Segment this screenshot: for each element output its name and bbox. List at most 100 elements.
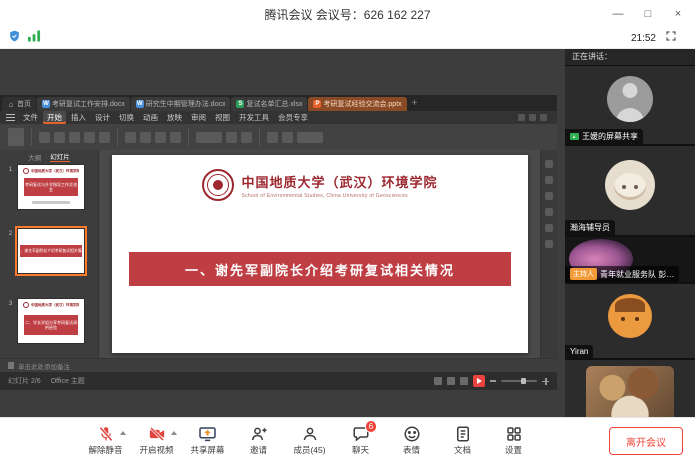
- new-tab-button[interactable]: +: [412, 98, 418, 109]
- notes-bar[interactable]: 单击此处添加备注: [0, 358, 557, 372]
- wps-tab-sheet[interactable]: S 复试名单汇总.xlsx: [231, 97, 307, 111]
- menu-animation[interactable]: 动画: [139, 111, 162, 124]
- zoom-in-icon[interactable]: [542, 378, 549, 385]
- toolbar-group: 解除静音 开启视频 共享屏幕 邀请: [80, 424, 539, 456]
- zoom-slider[interactable]: [501, 380, 537, 382]
- slideshow-play-button[interactable]: [473, 375, 485, 387]
- tab-label: 考研复试经验交流会.pptx: [323, 99, 401, 109]
- zoom-slider-knob[interactable]: [521, 378, 526, 384]
- ribbon-button[interactable]: [155, 132, 166, 143]
- ribbon-button[interactable]: [84, 132, 95, 143]
- ribbon-button[interactable]: [241, 132, 252, 143]
- camera-options-caret-icon[interactable]: [171, 431, 177, 435]
- panel-tabs: 大纲 幻灯片: [0, 150, 98, 163]
- menu-insert[interactable]: 插入: [67, 111, 90, 124]
- sidebar-tool-icon[interactable]: [545, 208, 553, 216]
- school-header: 中国地质大学（武汉）环境学院 School of Environmental S…: [112, 169, 528, 201]
- unmute-button[interactable]: 解除静音: [80, 424, 131, 456]
- search-icon[interactable]: [518, 114, 525, 121]
- menu-view[interactable]: 视图: [211, 111, 234, 124]
- minimize-button[interactable]: —: [603, 0, 633, 28]
- menu-home[interactable]: 开始: [43, 111, 66, 124]
- ribbon-button[interactable]: [39, 132, 50, 143]
- start-video-button[interactable]: 开启视频: [131, 424, 182, 456]
- share-screen-button[interactable]: 共享屏幕: [182, 424, 233, 456]
- sidebar-tool-icon[interactable]: [545, 192, 553, 200]
- menu-slideshow[interactable]: 放映: [163, 111, 186, 124]
- paste-button[interactable]: [8, 128, 24, 146]
- view-reading-icon[interactable]: [460, 377, 468, 385]
- participant-tile[interactable]: Yiran: [565, 284, 695, 360]
- menu-design[interactable]: 设计: [91, 111, 114, 124]
- ribbon-button[interactable]: [267, 132, 278, 143]
- wps-tab-doc2[interactable]: W 研究生中期管理办法.docx: [131, 97, 231, 111]
- menu-member[interactable]: 会员专享: [274, 111, 312, 124]
- menu-devtools[interactable]: 开发工具: [235, 111, 273, 124]
- home-icon: ⌂: [7, 100, 15, 108]
- ribbon-button[interactable]: [282, 132, 293, 143]
- network-signal-icon[interactable]: [28, 29, 41, 47]
- tab-slides[interactable]: 幻灯片: [50, 151, 70, 162]
- note-icon: [8, 362, 14, 369]
- info-right: 21:52: [631, 29, 695, 47]
- mini-logo-row: 中国地质大学（武汉）环境学院: [23, 168, 79, 174]
- ribbon-button[interactable]: [54, 132, 65, 143]
- avatar: [607, 76, 653, 122]
- settings-button[interactable]: 设置: [488, 424, 539, 456]
- ribbon-button[interactable]: [226, 132, 237, 143]
- menu-review[interactable]: 审阅: [187, 111, 210, 124]
- shared-screen-area: ⌂ 首页 W 考研复试工作安排.docx W 研究生中期管理办法.docx S …: [0, 48, 565, 418]
- thumbnail-slide-1[interactable]: 中国地质大学（武汉）环境学院 考研复试与升学指导工作交流会: [17, 164, 85, 210]
- slide-number: 1: [4, 164, 17, 210]
- menu-file[interactable]: 文件: [19, 111, 42, 124]
- invite-button[interactable]: 邀请: [233, 424, 284, 456]
- view-normal-icon[interactable]: [434, 377, 442, 385]
- ribbon-button[interactable]: [140, 132, 151, 143]
- ribbon-button[interactable]: [297, 132, 323, 143]
- chat-button[interactable]: 6 聊天: [335, 424, 386, 456]
- members-button[interactable]: 成员(45): [284, 424, 335, 456]
- tab-label: 考研复试工作安排.docx: [52, 99, 125, 109]
- view-sorter-icon[interactable]: [447, 377, 455, 385]
- wps-tab-doc1[interactable]: W 考研复试工作安排.docx: [37, 97, 130, 111]
- ribbon-button[interactable]: [99, 132, 110, 143]
- security-shield-icon[interactable]: [8, 29, 21, 48]
- share-screen-icon: [198, 424, 217, 443]
- menu-right-icons: [518, 114, 553, 121]
- mic-options-caret-icon[interactable]: [120, 431, 126, 435]
- toolbar-label: 聊天: [352, 444, 369, 456]
- leave-meeting-button[interactable]: 离开会议: [609, 427, 683, 455]
- speaking-indicator: 正在讲话：: [565, 48, 695, 66]
- sidebar-tool-icon[interactable]: [545, 240, 553, 248]
- thumbnail-slide-2-selected[interactable]: 一、谢先军副院长介绍考研复试相关情况: [17, 228, 85, 274]
- thumbnail-slide-3[interactable]: 中国地质大学（武汉）环境学院 二、学长学姐分享考研复试调剂经验: [17, 298, 85, 344]
- toolbar-label: 开启视频: [139, 444, 173, 456]
- wps-tab-presentation-active[interactable]: P 考研复试经验交流会.pptx: [308, 97, 406, 111]
- fullscreen-icon[interactable]: [665, 29, 677, 47]
- menu-transition[interactable]: 切换: [115, 111, 138, 124]
- wps-tab-home[interactable]: ⌂ 首页: [2, 97, 36, 111]
- sidebar-tool-icon[interactable]: [545, 176, 553, 184]
- participant-tile[interactable]: 王媛的屏幕共享: [565, 66, 695, 146]
- sidebar-tool-icon[interactable]: [545, 224, 553, 232]
- participant-tile[interactable]: [565, 360, 695, 418]
- collapse-ribbon-icon[interactable]: [540, 114, 547, 121]
- participant-tile[interactable]: 主持人 青年就业服务队 彭…: [565, 237, 695, 284]
- avatar: [608, 294, 652, 338]
- ribbon-button[interactable]: [196, 132, 222, 143]
- main-area: ⌂ 首页 W 考研复试工作安排.docx W 研究生中期管理办法.docx S …: [0, 48, 695, 418]
- participant-tile[interactable]: 瀚海辅导员: [565, 146, 695, 237]
- ribbon-button[interactable]: [170, 132, 181, 143]
- tab-outline[interactable]: 大纲: [28, 152, 41, 162]
- docs-button[interactable]: 文档: [437, 424, 488, 456]
- ribbon-button[interactable]: [125, 132, 136, 143]
- maximize-button[interactable]: □: [633, 0, 663, 28]
- sidebar-tool-icon[interactable]: [545, 160, 553, 168]
- zoom-out-icon[interactable]: [490, 380, 496, 382]
- close-button[interactable]: ×: [663, 0, 693, 28]
- wps-side-toolbar: [540, 150, 557, 358]
- ribbon-button[interactable]: [69, 132, 80, 143]
- emoji-button[interactable]: 表情: [386, 424, 437, 456]
- current-slide[interactable]: 中国地质大学（武汉）环境学院 School of Environmental S…: [112, 155, 528, 353]
- share-icon[interactable]: [529, 114, 536, 121]
